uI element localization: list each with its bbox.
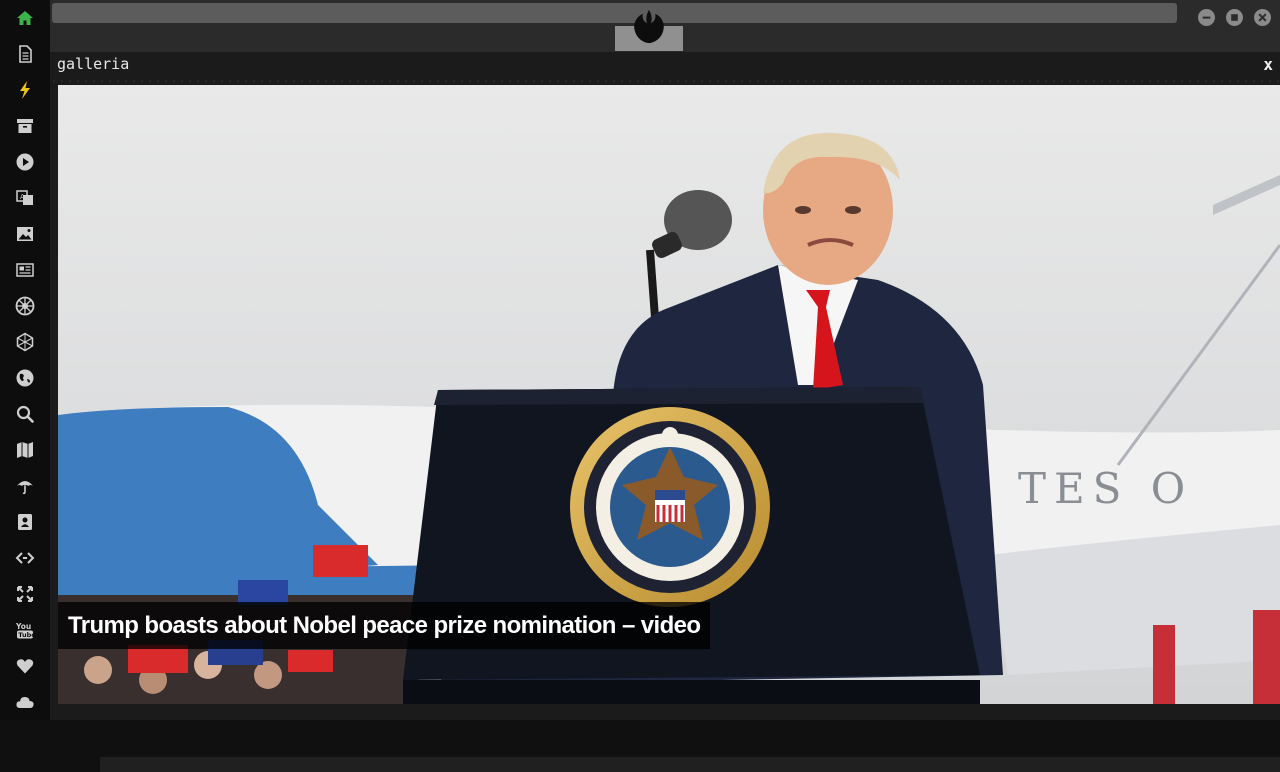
svg-text:You: You (15, 622, 31, 631)
caption-text: Trump boasts about Nobel peace prize nom… (68, 611, 701, 639)
presidential-seal-icon (570, 407, 770, 607)
sidebar: A You Tube (0, 0, 50, 720)
address-bar[interactable] (52, 3, 1177, 23)
panel-title: galleria (57, 55, 130, 73)
airplane-lettering: TES O (1018, 464, 1193, 513)
svg-text:Tube: Tube (18, 631, 35, 639)
bolt-icon[interactable] (13, 78, 37, 102)
globe-icon[interactable] (13, 366, 37, 390)
contact-card-icon[interactable] (13, 510, 37, 534)
close-window-button[interactable] (1254, 9, 1271, 26)
bottom-bar (100, 757, 1280, 772)
cloud-icon[interactable] (13, 690, 37, 714)
heart-icon[interactable] (13, 654, 37, 678)
document-icon[interactable] (13, 42, 37, 66)
svg-text:A: A (20, 193, 25, 201)
fullscreen-icon[interactable] (13, 582, 37, 606)
minimize-button[interactable] (1198, 9, 1215, 26)
empire-icon[interactable] (13, 294, 37, 318)
close-panel-button[interactable]: x (1263, 55, 1273, 74)
search-icon[interactable] (13, 402, 37, 426)
translate-icon[interactable]: A (13, 186, 37, 210)
rebel-alliance-logo-icon (634, 9, 664, 44)
code-icon[interactable] (13, 546, 37, 570)
hexagon-icon[interactable] (13, 330, 37, 354)
title-divider (50, 79, 1280, 83)
home-icon[interactable] (13, 6, 37, 30)
umbrella-icon[interactable] (13, 474, 37, 498)
map-icon[interactable] (13, 438, 37, 462)
image-icon[interactable] (13, 222, 37, 246)
maximize-button[interactable] (1226, 9, 1243, 26)
newspaper-icon[interactable] (13, 258, 37, 282)
youtube-icon[interactable]: You Tube (13, 618, 37, 642)
top-bar (50, 0, 1280, 52)
photo-caption: Trump boasts about Nobel peace prize nom… (58, 602, 711, 649)
play-icon[interactable] (13, 150, 37, 174)
archive-icon[interactable] (13, 114, 37, 138)
